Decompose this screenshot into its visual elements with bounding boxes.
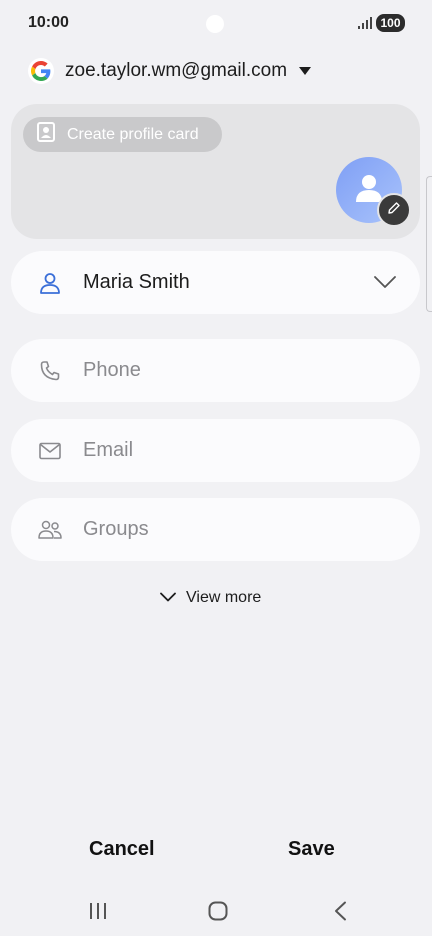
- person-outline-icon: [37, 270, 63, 296]
- signal-icon: [358, 16, 372, 35]
- email-placeholder: Email: [83, 439, 134, 461]
- status-time: 10:00: [28, 14, 69, 31]
- mail-icon: [37, 438, 63, 464]
- phone-placeholder: Phone: [83, 359, 141, 381]
- name-field[interactable]: Maria Smith: [11, 251, 420, 314]
- groups-icon: [37, 517, 63, 543]
- phone-icon: [37, 358, 63, 384]
- edge-panel-handle[interactable]: [426, 176, 432, 312]
- back-icon[interactable]: [326, 898, 354, 924]
- google-logo-icon: [28, 58, 54, 84]
- battery-indicator: 100: [376, 14, 405, 32]
- system-navigation-bar: [0, 896, 432, 926]
- account-email: zoe.taylor.wm@gmail.com: [65, 60, 288, 81]
- view-more-label: View more: [186, 589, 262, 606]
- dropdown-caret-icon: [299, 67, 312, 75]
- name-value: Maria Smith: [83, 271, 190, 293]
- edit-photo-button[interactable]: [377, 193, 411, 227]
- recents-icon[interactable]: [84, 898, 112, 924]
- view-more-button[interactable]: View more: [160, 586, 261, 610]
- pencil-icon: [387, 201, 401, 220]
- create-profile-card-label: Create profile card: [67, 125, 199, 143]
- profile-card-icon: [36, 122, 56, 147]
- groups-placeholder: Groups: [83, 518, 149, 540]
- status-bar: 10:00 100: [0, 0, 432, 46]
- cancel-button[interactable]: Cancel: [89, 838, 155, 861]
- email-field[interactable]: Email: [11, 419, 420, 482]
- save-button[interactable]: Save: [288, 838, 335, 861]
- groups-field[interactable]: Groups: [11, 498, 420, 561]
- expand-name-chevron-icon[interactable]: [374, 275, 396, 294]
- home-icon[interactable]: [204, 898, 232, 924]
- phone-field[interactable]: Phone: [11, 339, 420, 402]
- account-selector[interactable]: zoe.taylor.wm@gmail.com: [28, 56, 312, 86]
- create-profile-card-button[interactable]: Create profile card: [23, 117, 222, 152]
- chevron-down-icon: [160, 589, 176, 607]
- camera-cutout: [206, 15, 224, 33]
- profile-card-area: Create profile card: [11, 104, 420, 239]
- bottom-action-bar: Cancel Save: [0, 838, 432, 866]
